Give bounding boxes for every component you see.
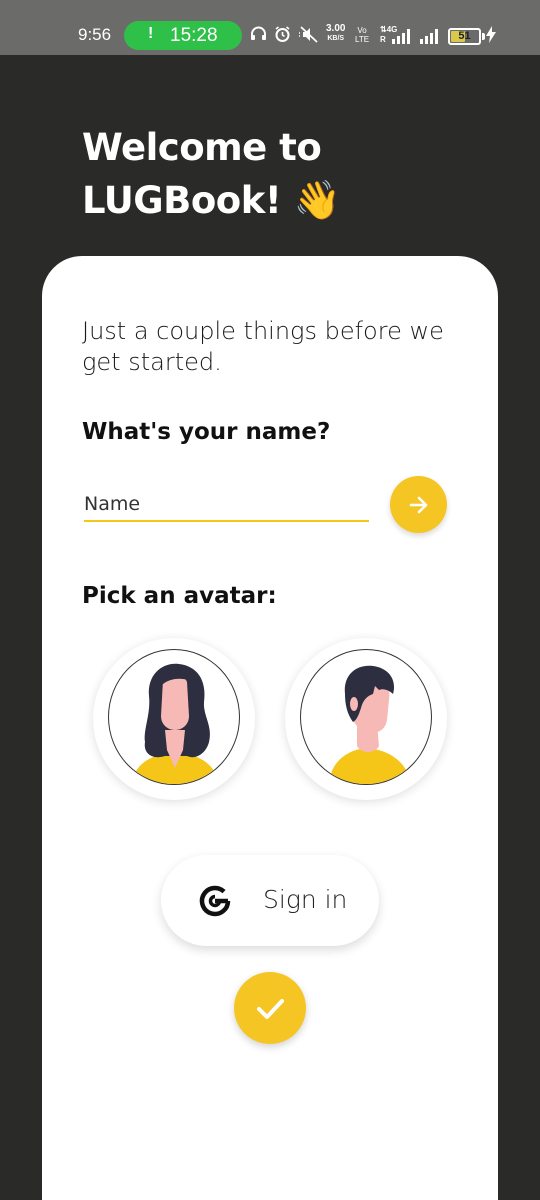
call-timer: 15:28 xyxy=(170,25,218,46)
confirm-button[interactable] xyxy=(234,972,306,1044)
sign-in-label: Sign in xyxy=(263,885,348,914)
call-timer-pill[interactable]: ! 15:28 xyxy=(124,21,242,50)
female-avatar-icon xyxy=(108,649,240,785)
waving-hand-icon: 👋 xyxy=(293,178,341,222)
signal-bars-icon xyxy=(392,29,410,44)
status-bar: 9:56 ! 15:28 3.00 KB/S Vo LTE ⇅4G R 51 xyxy=(0,0,540,55)
next-button[interactable] xyxy=(390,476,447,533)
avatar-option-male[interactable] xyxy=(285,638,447,800)
charging-icon xyxy=(486,26,496,47)
onboarding-card: Just a couple things before we get start… xyxy=(42,256,498,1200)
name-input[interactable] xyxy=(84,488,369,522)
battery-icon: 51 xyxy=(448,28,481,45)
network-speed: 3.00 KB/S xyxy=(326,23,346,43)
checkmark-icon xyxy=(257,999,284,1019)
signal-bars-2-icon xyxy=(420,29,438,44)
headphones-icon xyxy=(250,26,267,45)
arrow-right-icon xyxy=(409,496,427,513)
battery-tip xyxy=(482,33,485,40)
title-line-1: Welcome to xyxy=(82,126,322,169)
male-avatar-icon xyxy=(300,649,432,785)
mute-icon xyxy=(298,26,320,47)
google-icon xyxy=(199,885,231,917)
status-time: 9:56 xyxy=(78,25,112,44)
title-line-2: LUGBook! xyxy=(82,179,282,222)
phone-call-icon: ! xyxy=(148,25,154,42)
avatar-question: Pick an avatar: xyxy=(82,583,277,609)
intro-text: Just a couple things before we get start… xyxy=(82,317,444,376)
volte-indicator: Vo LTE xyxy=(355,26,370,44)
name-question: What's your name? xyxy=(82,419,331,445)
page-title: Welcome to LUGBook! 👋 xyxy=(82,122,482,227)
battery-level: 51 xyxy=(458,30,471,42)
avatar-option-female[interactable] xyxy=(93,638,255,800)
alarm-icon xyxy=(274,26,291,47)
sign-in-button[interactable]: Sign in xyxy=(161,855,379,946)
